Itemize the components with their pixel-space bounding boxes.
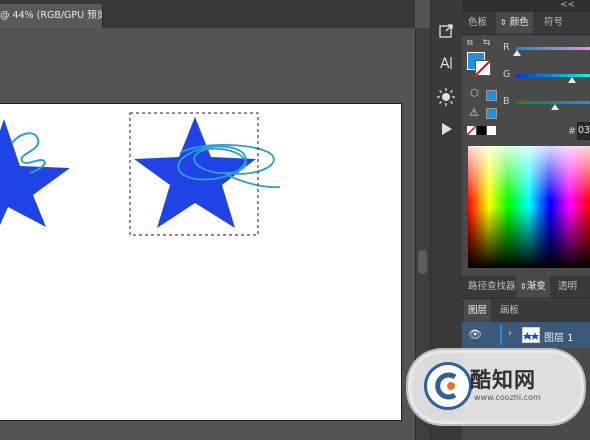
layer-color-marker bbox=[500, 325, 502, 345]
eye-icon[interactable]: 👁 bbox=[468, 328, 482, 341]
tab-gradient[interactable]: ⇕渐变 bbox=[516, 276, 550, 298]
watermark-url: www.coozhi.com bbox=[474, 393, 541, 402]
cube-icon: ⬡ bbox=[470, 88, 479, 99]
watermark-logo bbox=[424, 362, 472, 410]
tab-layers[interactable]: 图层 bbox=[464, 300, 492, 322]
tab-pathfinder[interactable]: 路径查找器 bbox=[464, 276, 520, 298]
none-color-swatch[interactable] bbox=[467, 126, 476, 135]
layer-thumbnail bbox=[522, 327, 540, 343]
channel-b-label: B bbox=[503, 96, 510, 107]
gradient-panel-tabs: 路径查找器 ⇕渐变 透明度 bbox=[462, 276, 590, 314]
gamut-swatch[interactable] bbox=[486, 108, 497, 119]
tab-color[interactable]: ⇕ 颜色 bbox=[496, 12, 533, 34]
document-tab[interactable]: @ 44% (RGB/GPU 预览) bbox=[0, 4, 103, 28]
layer-name[interactable]: 图层 1 bbox=[544, 329, 574, 344]
collapse-panels-icon[interactable]: << bbox=[560, 0, 575, 10]
white-swatch[interactable] bbox=[487, 126, 496, 135]
watermark-title: 酷知网 bbox=[470, 368, 536, 392]
tab-transparency[interactable]: 透明度 bbox=[554, 276, 590, 314]
channel-r-label: R bbox=[503, 42, 510, 53]
hex-prefix: # bbox=[568, 126, 576, 137]
hex-input[interactable]: 03 bbox=[577, 122, 590, 140]
channel-r-thumb[interactable] bbox=[513, 50, 522, 56]
right-star bbox=[134, 117, 256, 228]
stroke-color-swatch[interactable] bbox=[475, 60, 491, 76]
tab-symbols[interactable]: 符号 bbox=[540, 12, 567, 34]
web-safe-swatch[interactable] bbox=[486, 90, 497, 101]
tab-gradient-label: 渐变 bbox=[526, 281, 546, 292]
color-spectrum[interactable] bbox=[468, 146, 590, 268]
channel-g-label: G bbox=[503, 69, 511, 80]
scrollbar-thumb[interactable] bbox=[418, 250, 427, 274]
tab-artboards[interactable]: 画板 bbox=[496, 300, 523, 322]
expand-layer-icon[interactable]: › bbox=[508, 328, 512, 339]
tab-color-label: 颜色 bbox=[509, 17, 529, 28]
channel-r-slider[interactable] bbox=[516, 47, 590, 50]
swap-colors-icon[interactable]: ⇆ bbox=[483, 38, 491, 48]
svg-text:A: A bbox=[440, 56, 450, 72]
channel-g-thumb[interactable] bbox=[568, 77, 576, 83]
export-icon[interactable] bbox=[435, 20, 457, 42]
default-colors-icon[interactable]: ⧉ bbox=[467, 38, 473, 48]
tab-swatches[interactable]: 色板 bbox=[464, 12, 491, 34]
type-icon[interactable]: A bbox=[435, 52, 457, 74]
play-icon[interactable] bbox=[435, 118, 457, 140]
artwork[interactable] bbox=[0, 103, 401, 419]
black-swatch[interactable] bbox=[477, 126, 486, 135]
sun-icon[interactable] bbox=[435, 86, 457, 108]
color-panel-tabs: 色板 ⇕ 颜色 符号 bbox=[462, 12, 590, 35]
channel-g-slider[interactable] bbox=[516, 74, 590, 77]
channel-b-thumb[interactable] bbox=[550, 104, 559, 110]
layers-panel-tabs: 图层 画板 bbox=[462, 300, 590, 323]
warning-icon: ⚠ bbox=[469, 106, 479, 119]
